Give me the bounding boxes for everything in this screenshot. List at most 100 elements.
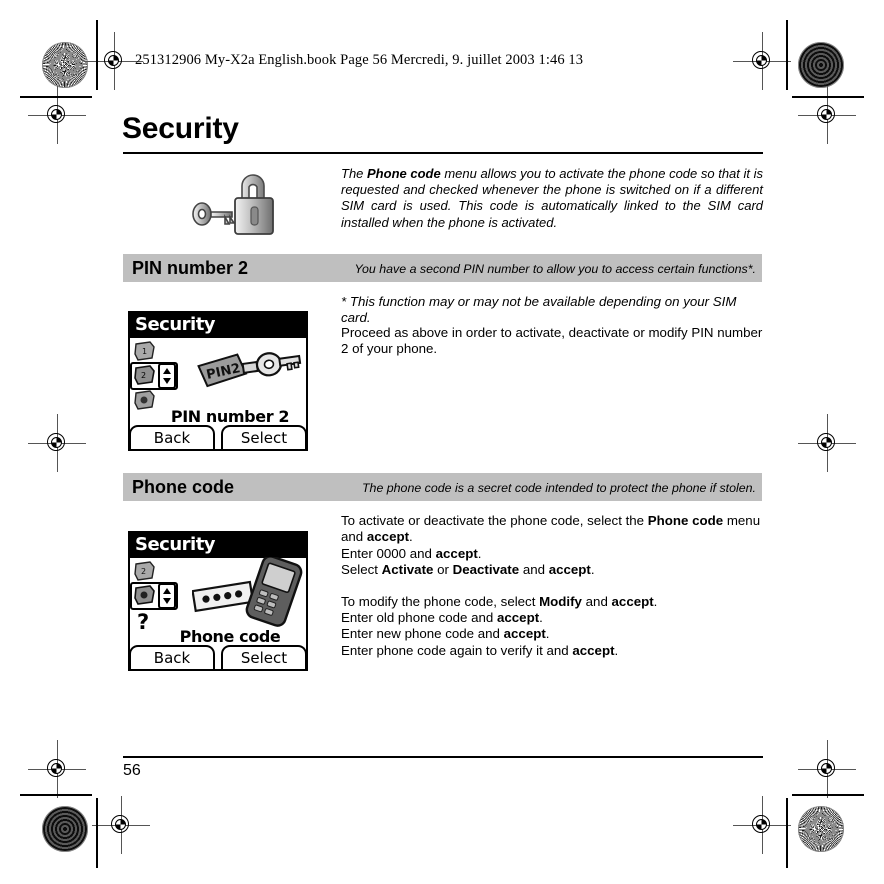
section-header-pin-number-2: PIN number 2 You have a second PIN numbe… bbox=[123, 254, 762, 282]
phone-scroll-arrows[interactable] bbox=[158, 363, 176, 389]
bold-run: accept bbox=[611, 593, 654, 609]
phone-softkey-bar: Back Select bbox=[130, 643, 306, 669]
scroll-up-arrow-icon[interactable] bbox=[163, 368, 171, 374]
registration-crosshair-left-upper bbox=[28, 86, 86, 144]
intro-bold-term: Phone code bbox=[367, 166, 441, 181]
section-header-phone-code: Phone code The phone code is a secret co… bbox=[123, 473, 762, 501]
svg-text:2: 2 bbox=[141, 567, 146, 576]
crop-line-horizontal-bottom-left bbox=[20, 794, 92, 796]
enter-new-code-line: Enter new phone code and accept. bbox=[341, 626, 765, 642]
scroll-down-arrow-icon[interactable] bbox=[163, 378, 171, 384]
section-description: You have a second PIN number to allow yo… bbox=[354, 262, 756, 276]
text-run: . bbox=[477, 545, 482, 561]
registration-crosshair-left-lower bbox=[28, 740, 86, 798]
text-run: To modify the phone code, select bbox=[341, 593, 540, 609]
phone-screen-title: Security bbox=[135, 314, 216, 335]
text-run: . bbox=[653, 593, 658, 609]
phone-scroll-arrows[interactable] bbox=[158, 583, 176, 609]
registration-crosshair-right-middle bbox=[798, 414, 856, 472]
text-run: . bbox=[614, 642, 619, 658]
crop-line-horizontal-top-left bbox=[20, 96, 92, 98]
softkey-back[interactable]: Back bbox=[130, 425, 215, 449]
padlock-key-icon bbox=[185, 168, 285, 240]
softkey-back[interactable]: Back bbox=[130, 645, 215, 669]
registration-crosshair-top-right bbox=[733, 32, 791, 90]
verify-code-line: Enter phone code again to verify it and … bbox=[341, 643, 765, 659]
modify-instruction-line: To modify the phone code, select Modify … bbox=[341, 594, 765, 610]
pin2-footnote: * This function may or may not be availa… bbox=[341, 294, 765, 327]
registration-crosshair-bottom-right bbox=[733, 796, 791, 854]
bold-run: accept bbox=[435, 545, 478, 561]
crop-line-horizontal-top-right bbox=[792, 96, 864, 98]
text-run: . bbox=[539, 610, 543, 626]
text-run: and bbox=[519, 562, 549, 578]
bold-run: Phone code bbox=[647, 513, 724, 528]
pin2-menu-icon: 2 bbox=[134, 561, 156, 581]
registration-crosshair-top-left bbox=[85, 32, 143, 90]
text-run: Enter phone code again to verify it and bbox=[341, 642, 573, 658]
text-run: and bbox=[581, 593, 612, 609]
phone-screenshot-phone-code: Security 2 ? Phone code Back Select bbox=[128, 531, 308, 671]
phone-screen-titlebar: Security bbox=[130, 313, 306, 338]
activate-instruction-line: To activate or deactivate the phone code… bbox=[341, 513, 765, 546]
phone-softkey-bar: Back Select bbox=[130, 423, 306, 449]
text-run: or bbox=[433, 562, 453, 578]
registration-crosshair-right-lower bbox=[798, 740, 856, 798]
enter-0000-line: Enter 0000 and accept. bbox=[341, 546, 765, 562]
crop-line-vertical-left bbox=[96, 20, 98, 90]
text-run: Enter 0000 and bbox=[341, 545, 436, 561]
svg-text:1: 1 bbox=[142, 347, 147, 356]
crop-line-vertical-left-bottom bbox=[96, 798, 98, 868]
pin2-body-text: Proceed as above in order to activate, d… bbox=[341, 325, 763, 357]
bold-run: accept bbox=[572, 642, 615, 658]
text-run: Enter new phone code and bbox=[341, 626, 504, 642]
page-number: 56 bbox=[123, 762, 141, 779]
section-description: The phone code is a secret code intended… bbox=[361, 481, 756, 495]
text-run: Select bbox=[341, 562, 382, 578]
section-title: PIN number 2 bbox=[132, 258, 249, 278]
text-run: . bbox=[545, 626, 550, 642]
section-title: Phone code bbox=[132, 477, 235, 497]
softkey-select[interactable]: Select bbox=[221, 425, 306, 449]
phone-screen-titlebar: Security bbox=[130, 533, 306, 558]
text-run: . bbox=[409, 529, 413, 545]
intro-paragraph: The Phone code menu allows you to activa… bbox=[341, 166, 763, 231]
bold-run: accept bbox=[503, 626, 546, 642]
bold-run: accept bbox=[497, 610, 540, 626]
registration-crosshair-left-middle bbox=[28, 414, 86, 472]
page-title: Security bbox=[122, 112, 239, 145]
bold-run: Deactivate bbox=[452, 562, 520, 578]
phone-screenshot-pin-number-2: Security 1 2 PIN2 PIN number 2 Back Sele… bbox=[128, 311, 308, 451]
pin2-body: Proceed as above in order to activate, d… bbox=[341, 325, 765, 358]
text-run: To activate or deactivate the phone code… bbox=[341, 513, 648, 528]
phone-screen-title: Security bbox=[135, 534, 216, 555]
softkey-select[interactable]: Select bbox=[221, 645, 306, 669]
registration-density-mark-top-right bbox=[798, 42, 844, 88]
registration-crosshair-bottom-left bbox=[92, 796, 150, 854]
bold-run: Modify bbox=[539, 593, 582, 609]
enter-old-code-line: Enter old phone code and accept. bbox=[341, 610, 765, 626]
bold-run: accept bbox=[366, 529, 410, 545]
registration-burst-mark-bottom-right bbox=[798, 806, 844, 852]
select-activate-line: Select Activate or Deactivate and accept… bbox=[341, 562, 765, 578]
scroll-up-arrow-icon[interactable] bbox=[163, 588, 171, 594]
pin2-footnote-text: * This function may or may not be availa… bbox=[341, 294, 737, 326]
text-run: Enter old phone code and bbox=[341, 610, 497, 626]
title-divider-rule bbox=[123, 152, 763, 154]
registration-density-mark-bottom-left bbox=[42, 806, 88, 852]
printer-filename-header: 251312906 My-X2a English.book Page 56 Me… bbox=[135, 52, 584, 68]
text-run: . bbox=[590, 562, 595, 578]
crop-line-vertical-right-bottom bbox=[786, 798, 788, 868]
phone-code-instructions: To activate or deactivate the phone code… bbox=[341, 513, 765, 659]
registration-burst-mark-top-left bbox=[42, 42, 88, 88]
footer-divider-rule bbox=[123, 756, 763, 758]
pin1-menu-icon: 1 bbox=[134, 341, 156, 361]
bold-run: accept bbox=[548, 562, 591, 578]
crop-line-horizontal-bottom-right bbox=[792, 794, 864, 796]
crop-line-vertical-right bbox=[786, 20, 788, 90]
scroll-down-arrow-icon[interactable] bbox=[163, 598, 171, 604]
pin2-key-graphic: PIN2 bbox=[196, 347, 304, 404]
intro-text-before: The bbox=[341, 166, 368, 181]
registration-crosshair-right-upper bbox=[798, 86, 856, 144]
bold-run: Activate bbox=[381, 562, 434, 578]
